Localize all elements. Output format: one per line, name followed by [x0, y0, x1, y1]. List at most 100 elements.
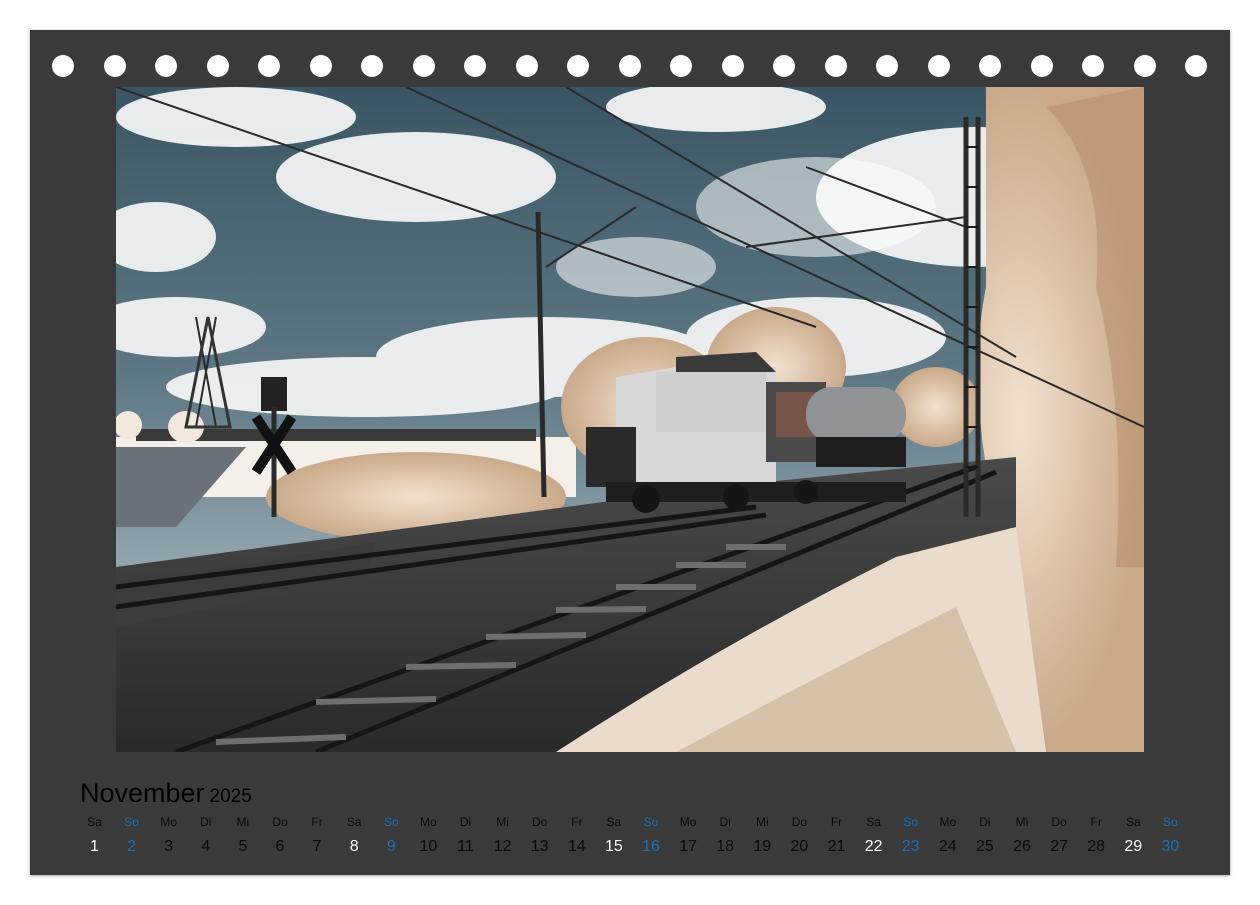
- day-cell: Mo 3: [150, 814, 187, 856]
- day-cell: Do 6: [262, 814, 299, 856]
- binding-hole: [103, 55, 126, 77]
- day-number: 12: [493, 838, 512, 855]
- weekday-label: Di: [979, 815, 991, 829]
- binding-hole: [876, 55, 898, 77]
- day-number: 19: [753, 838, 772, 855]
- day-number: 6: [275, 838, 285, 855]
- binding-hole: [361, 55, 383, 77]
- day-cell: Di 25: [966, 814, 1003, 856]
- day-number: 15: [604, 838, 623, 855]
- binding-hole: [721, 55, 744, 77]
- weekday-label: Mo: [939, 815, 957, 829]
- binding-hole: [927, 55, 950, 77]
- day-cell: Sa 15: [595, 814, 632, 856]
- binding-hole: [206, 55, 229, 77]
- day-cell: Fr 21: [818, 814, 855, 856]
- binding-hole: [1133, 55, 1156, 77]
- weekday-label: Sa: [346, 815, 362, 829]
- day-cell: Mo 10: [410, 814, 447, 856]
- day-number: 30: [1161, 838, 1180, 855]
- day-number: 7: [312, 838, 322, 855]
- weekday-label: Fr: [830, 815, 843, 829]
- month-name: November: [80, 778, 205, 808]
- day-number: 11: [457, 838, 474, 855]
- binding-hole: [52, 55, 74, 77]
- binding-hole: [515, 55, 538, 77]
- weekday-label: Sa: [1125, 815, 1141, 829]
- weekday-label: Mi: [755, 815, 769, 829]
- day-number: 26: [1013, 838, 1031, 855]
- day-cell: Fr 7: [299, 814, 336, 856]
- day-cell: Sa 8: [336, 814, 373, 856]
- weekday-label: Mi: [496, 815, 509, 829]
- weekday-label: Mo: [679, 815, 697, 829]
- binding-hole: [309, 55, 332, 77]
- binding-hole: [1030, 55, 1053, 77]
- binding-hole: [824, 55, 847, 77]
- day-number: 22: [864, 838, 883, 855]
- binding-hole: [258, 55, 280, 77]
- infrared-railway-photo: [116, 87, 1144, 752]
- weekday-label: Sa: [87, 815, 102, 829]
- day-cell: So 9: [373, 814, 410, 856]
- day-number: 18: [716, 838, 735, 855]
- weekday-label: Mi: [1015, 815, 1029, 829]
- day-cell: Mo 24: [929, 814, 966, 856]
- day-number: 4: [201, 838, 211, 855]
- weekday-label: So: [903, 815, 919, 829]
- day-cell: Do 13: [521, 814, 558, 856]
- day-cell: So 2: [113, 814, 150, 856]
- day-number: 8: [349, 838, 359, 855]
- weekday-label: So: [124, 815, 139, 829]
- binding-hole: [1082, 55, 1104, 77]
- day-cell: Mi 12: [484, 814, 521, 856]
- weekday-label: So: [643, 815, 659, 829]
- day-cell: Fr 14: [558, 814, 595, 856]
- binding-hole: [412, 55, 435, 77]
- day-number: 29: [1124, 838, 1143, 855]
- weekday-label: So: [383, 815, 399, 829]
- weekday-label: So: [1163, 815, 1178, 829]
- day-cell: Do 20: [781, 814, 818, 856]
- day-cell: So 30: [1152, 814, 1189, 856]
- binding-hole: [464, 55, 486, 77]
- binding-hole: [1185, 55, 1207, 77]
- binding-hole: [773, 55, 795, 77]
- day-number: 1: [90, 838, 99, 855]
- day-strip: Sa 1 So 2 Mo 3 Di 4 Mi 5 Do 6 Fr 7 Sa 8 So 9 Mo 10 Di 11 Mi 12 D…: [76, 814, 1186, 864]
- tank-wagon: [806, 387, 906, 467]
- day-number: 5: [238, 838, 248, 855]
- binding-hole: [979, 55, 1001, 77]
- day-number: 17: [679, 838, 697, 855]
- day-number: 20: [790, 838, 809, 855]
- weekday-label: Mo: [160, 815, 178, 829]
- day-cell: Mi 26: [1004, 814, 1041, 856]
- day-cell: Fr 28: [1078, 814, 1115, 856]
- year: 2025: [209, 786, 252, 807]
- binding-hole: [670, 55, 692, 77]
- weekday-label: Sa: [866, 815, 881, 829]
- day-cell: Di 11: [447, 814, 484, 856]
- day-number: 27: [1050, 838, 1068, 855]
- day-number: 21: [827, 838, 846, 855]
- weekday-label: Fr: [1090, 815, 1102, 829]
- day-cell: Sa 29: [1115, 814, 1152, 856]
- weekday-label: Fr: [311, 815, 323, 829]
- day-cell: So 23: [892, 814, 929, 856]
- weekday-label: Mo: [420, 815, 437, 829]
- day-cell: Sa 22: [855, 814, 892, 856]
- day-number: 24: [938, 838, 957, 855]
- weekday-label: Do: [1051, 815, 1067, 829]
- day-number: 9: [386, 838, 396, 855]
- month-title: November 2025: [80, 778, 252, 809]
- weekday-label: Di: [459, 815, 472, 829]
- weekday-label: Do: [791, 815, 808, 829]
- weekday-label: Di: [200, 815, 212, 829]
- day-cell: Do 27: [1041, 814, 1078, 856]
- binding-hole: [618, 55, 641, 77]
- day-cell: Mi 19: [744, 814, 781, 856]
- day-cell: Di 18: [707, 814, 744, 856]
- weekday-label: Fr: [571, 815, 583, 829]
- day-number: 16: [642, 838, 660, 855]
- weekday-label: Sa: [606, 815, 622, 829]
